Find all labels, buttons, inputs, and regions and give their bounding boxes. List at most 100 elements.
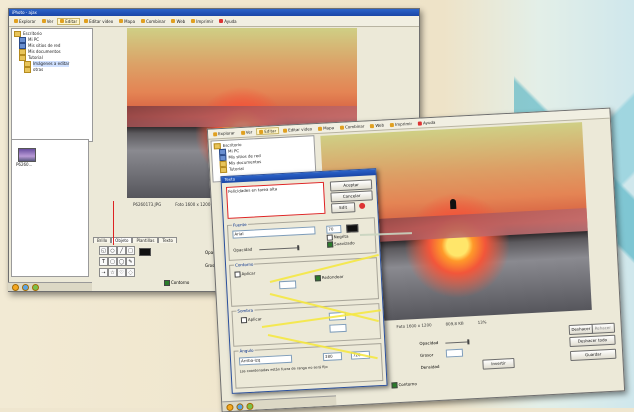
status-filename: P6260173.JPG xyxy=(133,201,162,207)
edit-button[interactable]: Edit xyxy=(330,202,356,214)
border-checkbox[interactable] xyxy=(164,280,170,286)
ellipse-tool-icon[interactable]: ◯ xyxy=(117,257,126,266)
toolbar-editar[interactable]: Editar xyxy=(256,126,280,136)
taskbar-icon[interactable] xyxy=(12,283,19,291)
rect-tool-icon[interactable]: □ xyxy=(126,246,135,255)
select-tool-icon[interactable]: ◱ xyxy=(99,246,108,255)
bold-checkbox[interactable] xyxy=(326,234,333,241)
thumbnail-label: P6260... xyxy=(16,162,33,167)
round-checkbox[interactable] xyxy=(314,275,322,282)
pen-tool-icon[interactable]: ✎ xyxy=(126,257,135,266)
taskbar-icon[interactable] xyxy=(246,402,254,410)
heart-tool-icon[interactable]: ♡ xyxy=(117,268,126,277)
circle-tool-icon[interactable]: ○ xyxy=(108,246,117,255)
front-border-checkbox[interactable] xyxy=(391,382,398,389)
font-group-label: Fuente xyxy=(231,221,248,228)
toolbar-mapa[interactable]: Mapa xyxy=(316,125,336,131)
status-size: Foto 1600 x 1200 xyxy=(175,201,211,207)
redo-button[interactable]: Rehacer xyxy=(590,322,616,334)
zoom-level[interactable]: 13% xyxy=(477,319,486,324)
toolbar-combinar[interactable]: Combinar xyxy=(338,123,367,130)
text-tool-icon[interactable]: T xyxy=(99,257,108,266)
toolbar-explorar[interactable]: Explorar xyxy=(211,130,237,136)
outline-width-field[interactable] xyxy=(278,280,297,290)
save-button[interactable]: Guardar xyxy=(569,348,617,362)
status-size: Foto 1600 x 1200 xyxy=(396,321,432,329)
coord-note: Las coordenadas están fuera de rango no … xyxy=(239,364,328,374)
bold-label: Negrita xyxy=(326,234,349,241)
tool-palette: ◱ ○ ╱ □ T ▢ ◯ ✎ ➝ ☆ ♡ ◌ xyxy=(99,246,135,277)
taskbar-icon[interactable] xyxy=(226,403,234,411)
front-opacity-label: Opacidad xyxy=(419,339,439,346)
dialog-opacity-slider[interactable] xyxy=(259,247,300,251)
font-select[interactable]: Arial xyxy=(232,226,316,239)
annotation-line xyxy=(113,201,114,245)
outline-apply-label: Aplicar xyxy=(234,271,255,278)
toolbar-editar-video[interactable]: Editar video xyxy=(82,19,115,24)
opacity-slider[interactable] xyxy=(445,341,470,344)
outline-apply-checkbox[interactable] xyxy=(234,271,241,278)
toolbar-ayuda[interactable]: Ayuda xyxy=(217,19,238,24)
text-dialog: Texto Felicidades en tarea alta Aceptar … xyxy=(220,168,388,394)
toolbar-ver[interactable]: Ver xyxy=(40,19,56,24)
antialias-checkbox[interactable] xyxy=(326,241,334,248)
align-select[interactable]: Arriba-Izq xyxy=(238,354,293,366)
toolbar-web[interactable]: Web xyxy=(368,122,386,128)
position-group-label: Ángulo xyxy=(238,347,255,354)
toolbar-imprimir[interactable]: Imprimir xyxy=(189,19,215,24)
toolbar-combinar[interactable]: Combinar xyxy=(139,19,167,24)
dialog-opacity-label: Opacidad xyxy=(233,246,253,253)
star-tool-icon[interactable]: ☆ xyxy=(108,268,117,277)
outline-group-label: Contorno xyxy=(233,261,255,268)
cancel-button[interactable]: Cancelar xyxy=(330,190,373,203)
toolbar-mapa[interactable]: Mapa xyxy=(117,19,137,24)
border-label: Contorno xyxy=(164,280,189,286)
shadow-group: Sombra Aplicar xyxy=(231,303,382,347)
front-border-label: Contorno xyxy=(391,381,417,389)
shadow-group-label: Sombra xyxy=(236,307,255,314)
toolbar-imprimir[interactable]: Imprimir xyxy=(388,121,414,127)
undo-button[interactable]: Deshacer xyxy=(568,323,594,336)
width-field[interactable] xyxy=(445,348,464,358)
window-title: iPhoto - ajax xyxy=(9,9,419,16)
taskbar-icon[interactable] xyxy=(32,283,39,291)
density-label: Densidad xyxy=(420,363,440,370)
front-width-label: Grosor xyxy=(419,352,434,358)
arrow-tool-icon[interactable]: ➝ xyxy=(99,268,108,277)
toolbar-ver[interactable]: Ver xyxy=(239,129,255,135)
main-toolbar: Explorar Ver Editar Editar video Mapa Co… xyxy=(9,16,419,27)
rect2-tool-icon[interactable]: ▢ xyxy=(108,257,117,266)
undo-all-button[interactable]: Deshacer todo xyxy=(569,334,616,348)
balloon-tool-icon[interactable]: ◌ xyxy=(126,268,135,277)
tab-brillo[interactable]: Brillo xyxy=(93,237,112,243)
toolbar-ayuda[interactable]: Ayuda xyxy=(416,120,438,126)
back-taskbar xyxy=(8,282,92,291)
thumbnail-panel: P6260... xyxy=(11,139,89,277)
color-swatch[interactable] xyxy=(139,248,151,256)
invert-button[interactable]: Invertir xyxy=(482,357,515,370)
shadow-apply-checkbox[interactable] xyxy=(240,317,248,324)
tree-item[interactable]: otras xyxy=(14,67,90,73)
tab-plantillas[interactable]: Plantillas xyxy=(132,237,159,243)
text-cursor-icon[interactable] xyxy=(449,198,457,210)
font-group: Fuente Arial 70 Negrita Suavizado Opacid… xyxy=(226,217,377,261)
text-input[interactable]: Felicidades en tarea alta xyxy=(225,181,326,219)
taskbar-icon[interactable] xyxy=(22,283,29,291)
text-color-swatch[interactable] xyxy=(346,224,359,233)
folder-tree: Escritorio Mi PC Mis sitios de red Mis d… xyxy=(11,28,93,142)
coord-x-field[interactable]: 380 xyxy=(322,352,343,362)
line-tool-icon[interactable]: ╱ xyxy=(117,246,126,255)
front-taskbar xyxy=(222,395,337,412)
shadow-y-field[interactable] xyxy=(329,323,347,333)
tab-texto[interactable]: Texto xyxy=(158,237,177,243)
toolbar-explorar[interactable]: Explorar xyxy=(12,19,38,24)
delete-icon[interactable] xyxy=(358,202,366,210)
taskbar-icon[interactable] xyxy=(236,402,244,411)
toolbar-editar[interactable]: Editar xyxy=(57,17,81,25)
round-label: Redondear xyxy=(314,274,344,282)
photo-thumbnail[interactable] xyxy=(18,148,36,162)
tab-objeto[interactable]: Objeto xyxy=(111,237,133,243)
toolbar-web[interactable]: Web xyxy=(169,19,187,24)
font-size-field[interactable]: 70 xyxy=(326,224,342,234)
toolbar-editar-video[interactable]: Editar video xyxy=(281,126,314,133)
